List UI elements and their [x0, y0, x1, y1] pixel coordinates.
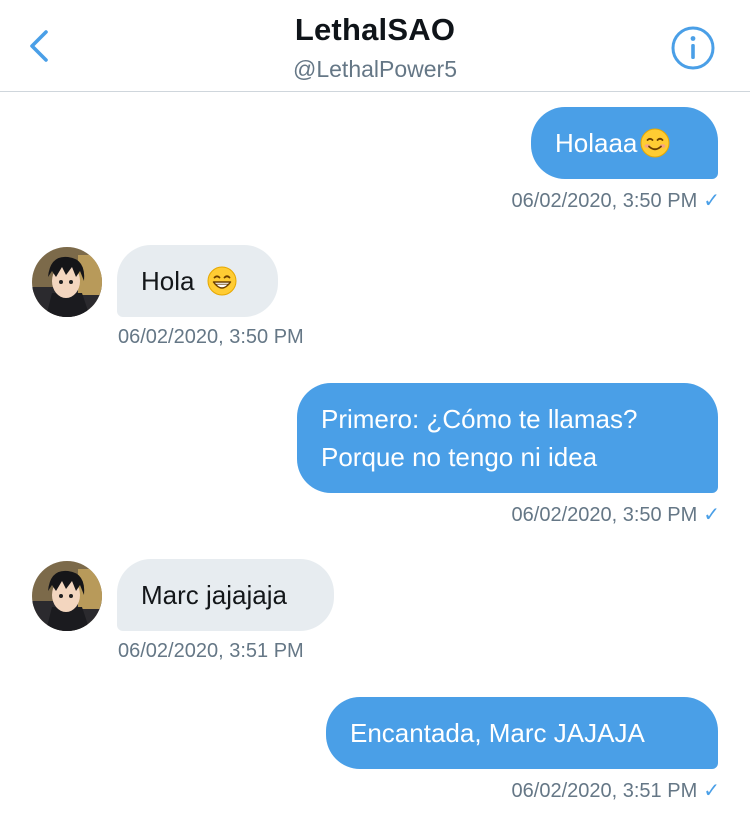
message-timestamp: 06/02/2020, 3:50 PM ✓: [511, 190, 720, 212]
message-text: Encantada, Marc JAJAJA: [350, 718, 645, 748]
conversation-header: LethalSAO @LethalPower5: [0, 0, 750, 92]
message-text: Hola: [141, 266, 195, 296]
message-bubble-received[interactable]: Hola: [117, 245, 278, 317]
message-timestamp: 06/02/2020, 3:51 PM: [118, 640, 304, 662]
message-timestamp: 06/02/2020, 3:50 PM: [118, 326, 304, 348]
message-line: Porque no tengo ni idea: [321, 442, 598, 472]
user-handle: @LethalPower5: [293, 56, 457, 82]
avatar-image: [32, 247, 102, 317]
message-bubble-sent[interactable]: Encantada, Marc JAJAJA: [326, 697, 718, 769]
info-icon: [671, 26, 715, 70]
message-timestamp: 06/02/2020, 3:51 PM ✓: [511, 780, 720, 802]
grinning-face-icon: [207, 266, 237, 296]
message-bubble-received[interactable]: Marc jajajaja: [117, 559, 334, 631]
seen-checkmark-icon: ✓: [703, 780, 720, 802]
avatar[interactable]: [32, 247, 102, 317]
message-bubble-sent[interactable]: Holaaa: [531, 107, 718, 179]
avatar[interactable]: [32, 561, 102, 631]
info-button[interactable]: [670, 25, 716, 71]
smiling-face-icon: [640, 128, 670, 158]
message-line: Primero: ¿Cómo te llamas?: [321, 404, 638, 434]
seen-checkmark-icon: ✓: [703, 190, 720, 212]
page-title: LethalSAO: [294, 12, 456, 47]
message-text: Marc jajajaja: [141, 580, 287, 610]
seen-checkmark-icon: ✓: [703, 504, 720, 526]
avatar-image: [32, 561, 102, 631]
message-bubble-sent[interactable]: Primero: ¿Cómo te llamas? Porque no teng…: [297, 383, 718, 493]
message-text: Holaaa: [555, 128, 638, 158]
message-timestamp: 06/02/2020, 3:50 PM ✓: [511, 504, 720, 526]
